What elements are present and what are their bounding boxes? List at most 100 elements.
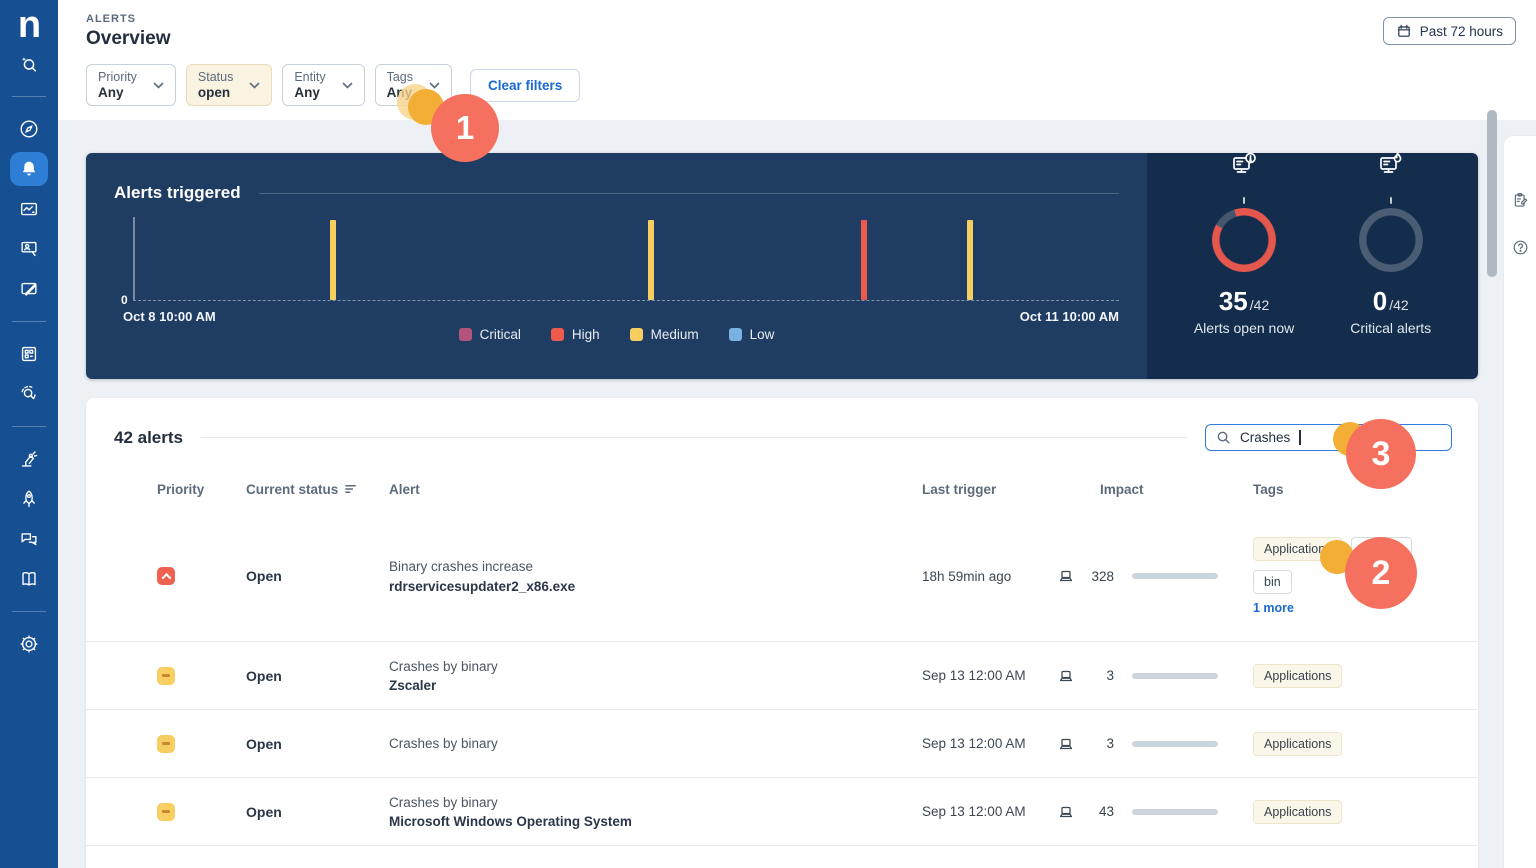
tag[interactable]: Applications	[1253, 731, 1343, 756]
breadcrumb: ALERTS	[86, 13, 136, 25]
alert-bar-medium	[647, 219, 654, 300]
vertical-scrollbar[interactable]	[1487, 110, 1497, 277]
legend-item-high: High	[550, 327, 600, 342]
callout-badge-2: 2	[1345, 537, 1417, 609]
more-tags-link[interactable]: 1 more	[1253, 601, 1450, 615]
legend-item-medium: Medium	[629, 327, 699, 342]
impact-cell: 43	[1058, 804, 1253, 820]
sidebar-item-presenter[interactable]	[10, 232, 48, 266]
column-header-tags: Tags	[1253, 481, 1284, 497]
impact-cell: 3	[1058, 736, 1253, 752]
impact-cell: 3	[1058, 668, 1253, 684]
text-cursor	[1299, 430, 1301, 445]
tag[interactable]: Applications	[1253, 663, 1343, 688]
alerts-count-title: 42 alerts	[114, 427, 183, 447]
sidebar-item-compass[interactable]	[10, 112, 48, 146]
bell-icon	[22, 161, 36, 176]
sidebar-item-edit-panel[interactable]	[10, 272, 48, 306]
x-axis-start-label: Oct 8 10:00 AM	[123, 309, 216, 324]
sidebar-item-dashboards[interactable]	[10, 192, 48, 226]
title-rule	[258, 192, 1119, 194]
column-header-last-trigger: Last trigger	[922, 481, 997, 497]
impact-bar	[1132, 672, 1218, 679]
sidebar-divider	[12, 611, 46, 612]
gauge-critical-alerts: 0 /42 Critical alerts	[1350, 152, 1432, 336]
impact-count: 3	[1106, 736, 1114, 751]
status-cell: Open	[246, 667, 282, 684]
table-header-row: Priority Current status Alert Last trigg…	[86, 467, 1478, 511]
dash-glyph	[162, 674, 170, 677]
alert-name: Crashes by binary	[389, 735, 498, 751]
sidebar-item-robot-arm[interactable]	[10, 442, 48, 476]
sidebar-item-search-sync[interactable]	[10, 377, 48, 411]
column-header-current-status[interactable]: Current status	[246, 482, 389, 497]
table-row[interactable]: Open Crashes by binary Zscaler Sep 13 12…	[86, 641, 1478, 709]
filter-chip-priority[interactable]: Priority Any	[86, 64, 176, 106]
search-sparkle-icon[interactable]	[10, 47, 48, 81]
tags-cell: Applications	[1253, 731, 1450, 756]
alerts-kpi-section: 35 /42 Alerts open now 0 /42 Critical al…	[1147, 152, 1478, 379]
priority-badge-high	[157, 567, 175, 585]
last-trigger-cell: Sep 13 12:00 AM	[922, 736, 1026, 751]
alerts-triggered-panel: Alerts triggered 0 Oct 8 10:00 AM Oct 11…	[86, 152, 1478, 379]
title-rule	[201, 437, 1187, 438]
priority-badge-medium	[157, 734, 175, 753]
column-header-priority: Priority	[157, 481, 205, 497]
tag[interactable]: Applications	[1253, 799, 1343, 824]
filter-label: Priority	[98, 70, 137, 84]
laptop-icon	[1059, 738, 1073, 749]
y-axis-zero-label: 0	[121, 293, 128, 307]
table-row[interactable]: Open Crashes by binary 1d 11h ago 12 App…	[86, 845, 1478, 868]
sidebar-item-alerts[interactable]	[10, 152, 48, 186]
alert-bar-medium	[329, 219, 336, 300]
kpi-label: Alerts open now	[1193, 319, 1295, 336]
clipboard-edit-icon[interactable]	[1511, 191, 1530, 210]
clear-filters-button[interactable]: Clear filters	[470, 68, 581, 102]
status-cell: Open	[246, 568, 282, 584]
table-row[interactable]: Open Crashes by binary Sep 13 12:00 AM 3…	[86, 709, 1478, 777]
impact-count: 328	[1091, 568, 1114, 584]
chevron-down-icon	[342, 82, 352, 89]
sidebar-item-chat[interactable]	[10, 522, 48, 556]
impact-bar	[1132, 740, 1218, 747]
callout-badge-3: 3	[1346, 419, 1416, 489]
legend-swatch	[550, 328, 564, 341]
alert-object: Microsoft Windows Operating System	[389, 814, 632, 830]
sidebar-item-settings[interactable]	[10, 627, 48, 661]
sidebar-item-apps-grid[interactable]	[10, 337, 48, 371]
sidebar: n	[0, 0, 58, 868]
chevron-down-icon	[250, 82, 260, 89]
filter-value: Any	[98, 85, 124, 100]
impact-count: 3	[1106, 668, 1114, 683]
page-header: ALERTS Overview Past 72 hours Priority A…	[58, 0, 1536, 120]
legend-item-critical: Critical	[458, 327, 521, 342]
status-cell: Open	[246, 735, 282, 752]
alert-bar-medium	[967, 219, 974, 300]
tag[interactable]: bin	[1253, 570, 1292, 594]
alerts-triggered-chart-section: Alerts triggered 0 Oct 8 10:00 AM Oct 11…	[86, 153, 1147, 379]
filter-chip-entity[interactable]: Entity Any	[282, 64, 365, 106]
sidebar-item-book[interactable]	[10, 562, 48, 596]
sidebar-item-rocket[interactable]	[10, 482, 48, 516]
chevron-up-glyph	[161, 572, 171, 583]
app-logo[interactable]: n	[18, 6, 41, 44]
laptop-icon	[1059, 806, 1073, 817]
time-range-button[interactable]: Past 72 hours	[1382, 17, 1516, 45]
legend-swatch	[728, 328, 742, 341]
table-row[interactable]: Open Binary crashes increase rdrservices…	[86, 511, 1478, 641]
table-row[interactable]: Open Crashes by binary Microsoft Windows…	[86, 777, 1478, 845]
gauge-tick	[1243, 196, 1246, 204]
sidebar-divider	[12, 321, 46, 322]
x-axis-end-label: Oct 11 10:00 AM	[1019, 309, 1119, 324]
search-value: Crashes	[1240, 430, 1291, 445]
filter-chip-status[interactable]: Status open	[185, 64, 273, 106]
priority-badge-medium	[157, 802, 175, 821]
sidebar-divider	[12, 426, 46, 427]
calendar-icon	[1397, 24, 1410, 37]
help-icon[interactable]	[1511, 238, 1530, 257]
filter-label: Tags	[386, 70, 414, 84]
dash-glyph	[162, 742, 170, 745]
kpi-label: Critical alerts	[1350, 319, 1432, 336]
alert-object: Zscaler	[389, 678, 437, 694]
column-header-alert: Alert	[389, 481, 420, 497]
